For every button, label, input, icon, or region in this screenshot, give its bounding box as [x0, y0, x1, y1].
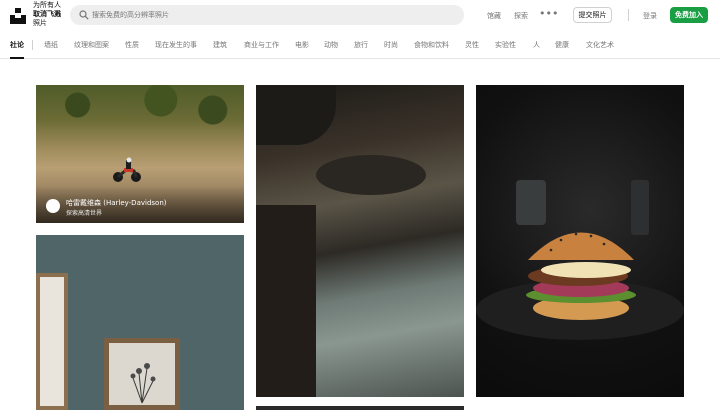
submit-photo-button[interactable]: 提交照片 — [573, 7, 612, 23]
sponsor-avatar[interactable] — [46, 199, 60, 213]
category-spirituality[interactable]: 灵性 — [465, 40, 479, 50]
category-wallpapers[interactable]: 墙纸 — [44, 40, 58, 50]
search-icon — [79, 10, 89, 20]
unsplash-logo-icon[interactable] — [10, 8, 26, 24]
shaker-shape — [631, 180, 649, 235]
photo-next[interactable] — [256, 406, 464, 410]
category-nav: 社论 墙纸 纹理和图案 性质 现在发生的事 建筑 商业与工作 电影 动物 旅行 … — [0, 33, 720, 59]
rock-shape — [256, 205, 316, 397]
dried-flowers — [130, 363, 156, 404]
category-animals[interactable]: 动物 — [324, 40, 338, 50]
rock-shape — [316, 155, 426, 195]
photo-wall-frames[interactable] — [36, 235, 244, 410]
picture-frame-left — [36, 273, 68, 410]
photo-foliage — [36, 85, 244, 135]
category-nature[interactable]: 性质 — [125, 40, 139, 50]
photo-seascape[interactable] — [256, 85, 464, 397]
category-travel[interactable]: 旅行 — [354, 40, 368, 50]
category-film[interactable]: 电影 — [295, 40, 309, 50]
join-free-button[interactable]: 免费加入 — [670, 7, 708, 23]
category-health[interactable]: 健康 — [555, 40, 569, 50]
search-input[interactable]: 搜索免费的高分辨率照片 — [70, 5, 464, 25]
search-placeholder: 搜索免费的高分辨率照片 — [92, 11, 169, 19]
brand-line-2: 取消飞溅 — [33, 10, 61, 18]
burger-illustration — [526, 232, 636, 320]
brand-line-3: 照片 — [33, 19, 47, 27]
brand-line-1: 为所有人 — [33, 1, 61, 9]
photo-burger[interactable] — [476, 85, 684, 397]
active-category-underline — [10, 57, 24, 59]
category-fashion[interactable]: 时尚 — [384, 40, 398, 50]
picture-frame-flowers — [104, 338, 180, 410]
category-divider — [32, 40, 33, 50]
category-experimental[interactable]: 实验性 — [495, 40, 516, 50]
category-business[interactable]: 商业与工作 — [244, 40, 279, 50]
photo-motorcycle[interactable]: 哈雷戴维森 (Harley-Davidson) 探索高清世界 — [36, 85, 244, 223]
category-people[interactable]: 人 — [533, 40, 540, 50]
login-link[interactable]: 登录 — [643, 11, 657, 21]
category-current-events[interactable]: 现在发生的事 — [155, 40, 197, 50]
more-menu-icon[interactable]: ••• — [539, 7, 558, 20]
category-arts-culture[interactable]: 文化艺术 — [586, 40, 614, 50]
pitcher-shape — [516, 180, 546, 225]
category-textures[interactable]: 纹理和图案 — [74, 40, 109, 50]
category-editorial[interactable]: 社论 — [10, 40, 24, 50]
sponsor-subtitle: 探索高清世界 — [66, 210, 103, 217]
header-divider — [628, 9, 629, 21]
category-architecture[interactable]: 建筑 — [213, 40, 227, 50]
motorcycle-rider — [113, 157, 141, 182]
nav-link-collections[interactable]: 馆藏 — [487, 11, 501, 21]
sponsor-name[interactable]: 哈雷戴维森 (Harley-Davidson) — [66, 198, 167, 208]
category-food[interactable]: 食物和饮料 — [414, 40, 449, 50]
nav-link-explore[interactable]: 探索 — [514, 11, 528, 21]
top-header: 为所有人 取消飞溅 照片 搜索免费的高分辨率照片 馆藏 探索 ••• 提交照片 … — [0, 0, 720, 30]
rock-shape — [256, 85, 336, 145]
brand-text[interactable]: 为所有人 取消飞溅 照片 — [33, 1, 61, 28]
